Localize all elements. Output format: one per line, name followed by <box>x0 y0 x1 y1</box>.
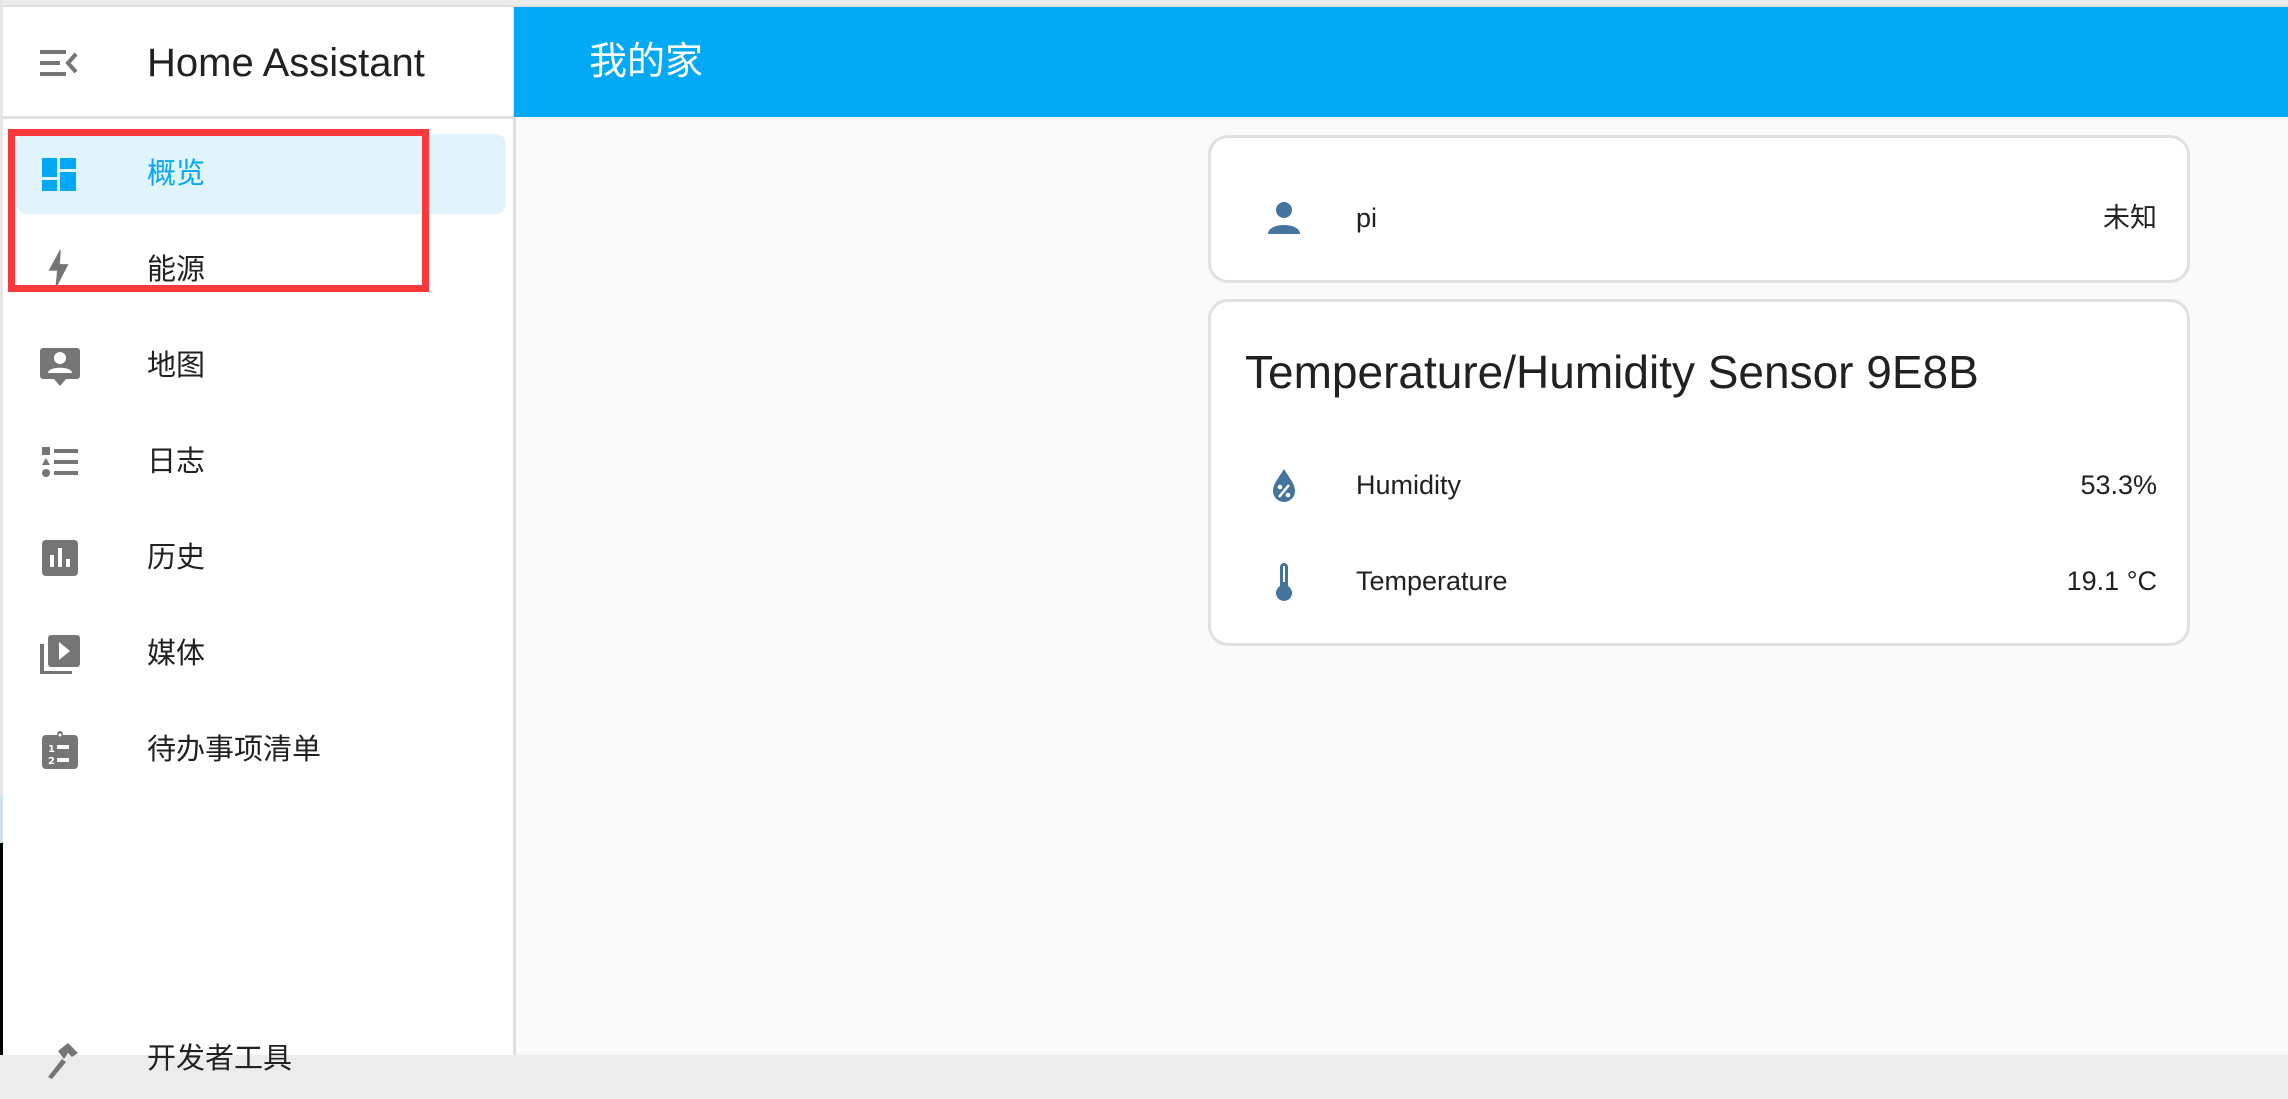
sidebar-item-overview[interactable]: 概览 <box>16 134 506 214</box>
sidebar-item-developer-tools[interactable]: 开发者工具 <box>16 1019 506 1099</box>
play-box-multiple-icon <box>40 635 80 674</box>
sidebar-toggle-button[interactable] <box>33 37 85 89</box>
top-bar: 我的家 <box>514 7 2288 117</box>
entity-row-humidity[interactable]: Humidity 53.3% <box>1211 445 2187 525</box>
sidebar-item-label: 待办事项清单 <box>147 734 322 766</box>
sidebar-item-history[interactable]: 历史 <box>16 518 506 598</box>
clipboard-list-icon: 1 2 <box>42 731 78 769</box>
sidebar-item-label: 能源 <box>147 254 206 286</box>
person-entity-card: pi 未知 <box>1208 135 2190 283</box>
account-icon <box>1268 202 1300 234</box>
water-percent-icon <box>1273 469 1295 502</box>
format-list-icon <box>42 447 78 477</box>
sensor-entities-card: Temperature/Humidity Sensor 9E8B Humidit… <box>1208 299 2190 646</box>
lightning-bolt-icon <box>48 250 69 290</box>
sidebar-item-label: 概览 <box>147 158 206 190</box>
svg-text:2: 2 <box>48 756 55 767</box>
entity-state: 未知 <box>2103 203 2157 233</box>
entity-name: Temperature <box>1356 566 1508 596</box>
sidebar-item-label: 开发者工具 <box>147 1043 293 1075</box>
entity-row-temperature[interactable]: Temperature 19.1 °C <box>1211 541 2187 621</box>
sidebar-item-map[interactable]: 地图 <box>16 326 506 406</box>
card-title: Temperature/Humidity Sensor 9E8B <box>1245 346 1979 398</box>
sidebar-item-label: 历史 <box>147 542 206 574</box>
home-assistant-app: Home Assistant 概览 能源 地图 日志 历史 媒体 1 2 待办事… <box>3 5 2288 1079</box>
sidebar-item-media[interactable]: 媒体 <box>16 614 506 694</box>
entity-name: Humidity <box>1356 470 1462 500</box>
app-title: Home Assistant <box>147 41 425 85</box>
sidebar-header: Home Assistant <box>3 7 513 119</box>
sidebar-item-label: 媒体 <box>147 638 206 670</box>
map-account-icon <box>40 348 80 386</box>
menu-open-icon <box>40 50 78 76</box>
entity-value: 53.3% <box>2080 470 2157 500</box>
sidebar-item-energy[interactable]: 能源 <box>16 230 506 310</box>
hammer-icon <box>48 1043 78 1079</box>
sidebar-item-logbook[interactable]: 日志 <box>16 422 506 502</box>
thermometer-icon <box>1276 563 1292 601</box>
dashboard-icon <box>42 158 76 191</box>
sidebar-item-label: 地图 <box>147 350 206 382</box>
sidebar: Home Assistant 概览 能源 地图 日志 历史 媒体 1 2 待办事… <box>3 7 516 1079</box>
entity-name: pi <box>1356 203 1378 233</box>
sidebar-item-todo[interactable]: 1 2 待办事项清单 <box>16 710 506 790</box>
entity-value: 19.1 °C <box>2066 566 2157 596</box>
svg-text:1: 1 <box>48 744 55 755</box>
chart-box-icon <box>42 540 78 576</box>
dashboard-title: 我的家 <box>589 41 704 83</box>
sidebar-item-label: 日志 <box>147 446 206 478</box>
entity-row-person[interactable]: pi 未知 <box>1211 178 2187 258</box>
